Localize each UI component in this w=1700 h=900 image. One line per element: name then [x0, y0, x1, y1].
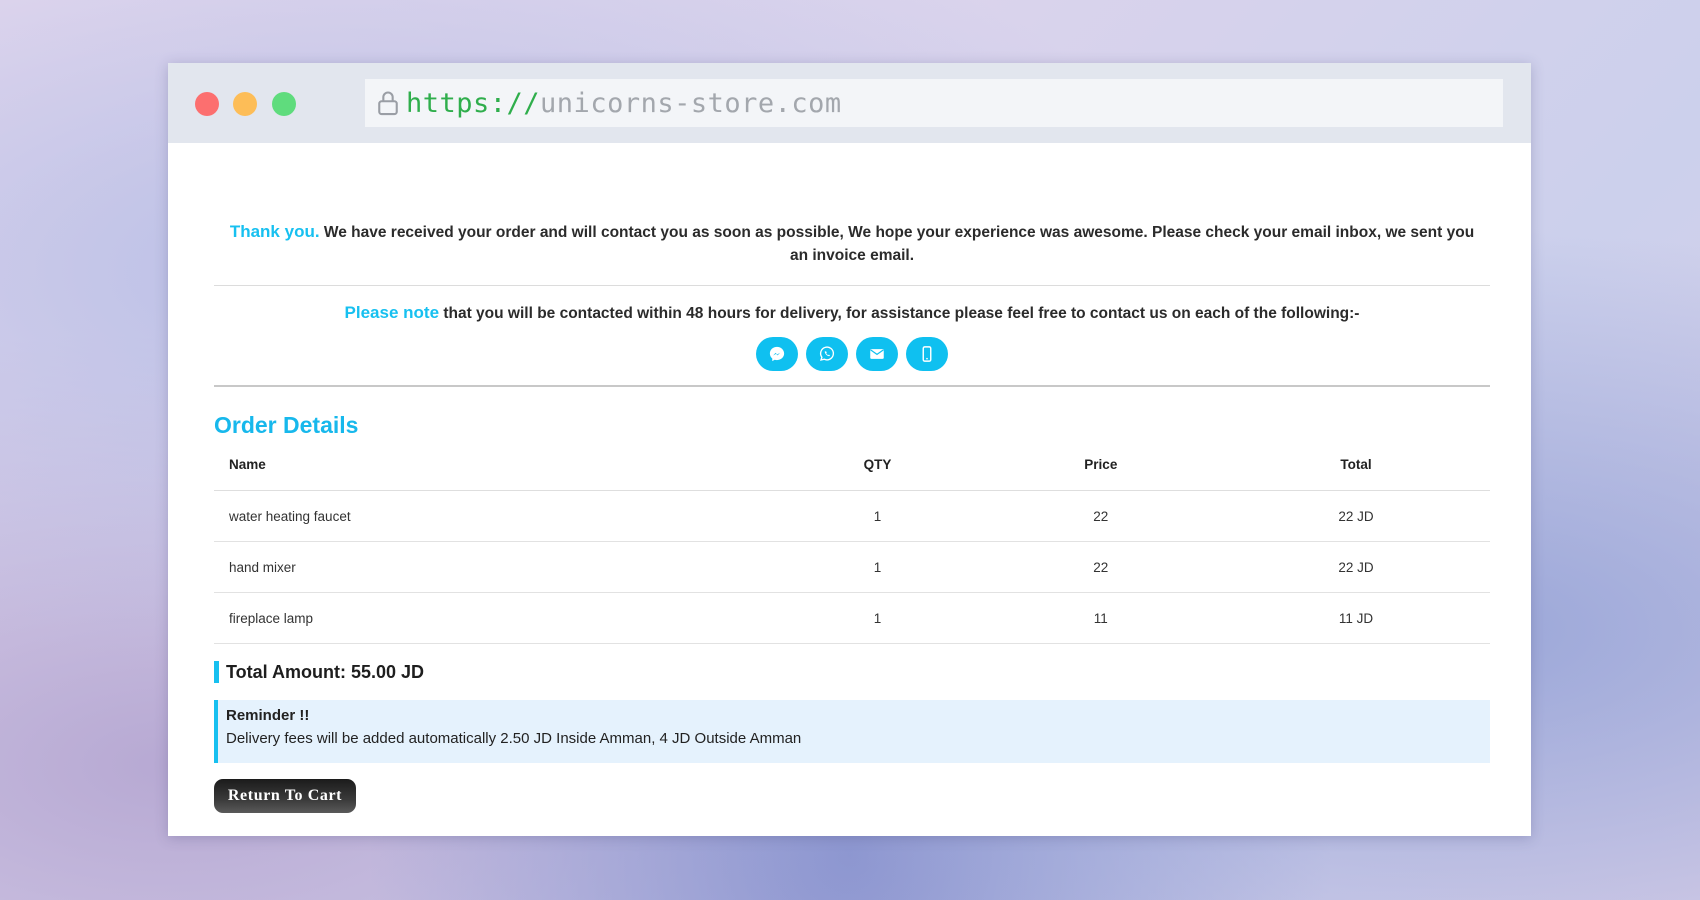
item-price: 22 — [979, 541, 1223, 593]
item-price: 22 — [979, 490, 1223, 542]
item-qty: 1 — [775, 592, 980, 644]
item-total: 22 JD — [1222, 490, 1490, 542]
table-header-row: Name QTY Price Total — [214, 450, 1490, 491]
header-total: Total — [1222, 450, 1490, 491]
item-qty: 1 — [775, 490, 980, 542]
reminder-title: Reminder !! — [226, 707, 310, 724]
delivery-note: Please note that you will be contacted w… — [214, 303, 1490, 323]
url-protocol: https:// — [406, 87, 541, 119]
phone-icon — [922, 346, 932, 362]
item-total: 11 JD — [1222, 592, 1490, 644]
section-divider — [214, 385, 1490, 387]
thank-you-text: We have received your order and will con… — [319, 224, 1475, 264]
messenger-icon — [769, 346, 785, 362]
browser-chrome: https://unicorns-store.com — [168, 63, 1531, 143]
header-price: Price — [979, 450, 1223, 491]
url-text: https://unicorns-store.com — [406, 88, 842, 119]
thank-you-message: Thank you. We have received your order a… — [214, 220, 1490, 267]
reminder-text: Delivery fees will be added automaticall… — [226, 730, 802, 747]
url-host: unicorns-store.com — [540, 87, 842, 119]
thank-you-highlight: Thank you. — [229, 222, 320, 241]
order-table: Name QTY Price Total water heating fauce… — [214, 450, 1490, 644]
return-to-cart-button[interactable]: Return To Cart — [214, 779, 356, 813]
total-amount: Total Amount: 55.00 JD — [214, 661, 1490, 683]
email-button[interactable] — [856, 337, 898, 371]
table-row: water heating faucet 1 22 22 JD — [214, 490, 1490, 542]
header-name: Name — [214, 450, 776, 491]
phone-button[interactable] — [906, 337, 948, 371]
table-row: fireplace lamp 1 11 11 JD — [214, 592, 1490, 644]
item-price: 11 — [979, 592, 1223, 644]
messenger-button[interactable] — [756, 337, 798, 371]
note-highlight: Please note — [344, 303, 440, 322]
contact-icons — [214, 337, 1490, 371]
close-window-dot[interactable] — [195, 92, 219, 116]
item-qty: 1 — [775, 541, 980, 593]
email-icon — [870, 349, 884, 359]
item-total: 22 JD — [1222, 541, 1490, 593]
page-content: Thank you. We have received your order a… — [214, 143, 1490, 813]
whatsapp-icon — [819, 346, 835, 361]
lock-icon — [378, 91, 398, 116]
address-bar[interactable]: https://unicorns-store.com — [365, 79, 1503, 127]
divider — [214, 285, 1490, 286]
maximize-window-dot[interactable] — [272, 92, 296, 116]
header-qty: QTY — [775, 450, 980, 491]
item-name: fireplace lamp — [214, 592, 776, 644]
item-name: hand mixer — [214, 541, 776, 593]
reminder-box: Reminder !! Delivery fees will be added … — [214, 700, 1490, 763]
note-text: that you will be contacted within 48 hou… — [439, 305, 1360, 322]
minimize-window-dot[interactable] — [233, 92, 257, 116]
table-row: hand mixer 1 22 22 JD — [214, 541, 1490, 593]
order-details-title: Order Details — [214, 412, 359, 438]
browser-window: https://unicorns-store.com Thank you. We… — [168, 63, 1531, 836]
item-name: water heating faucet — [214, 490, 776, 542]
whatsapp-button[interactable] — [806, 337, 848, 371]
